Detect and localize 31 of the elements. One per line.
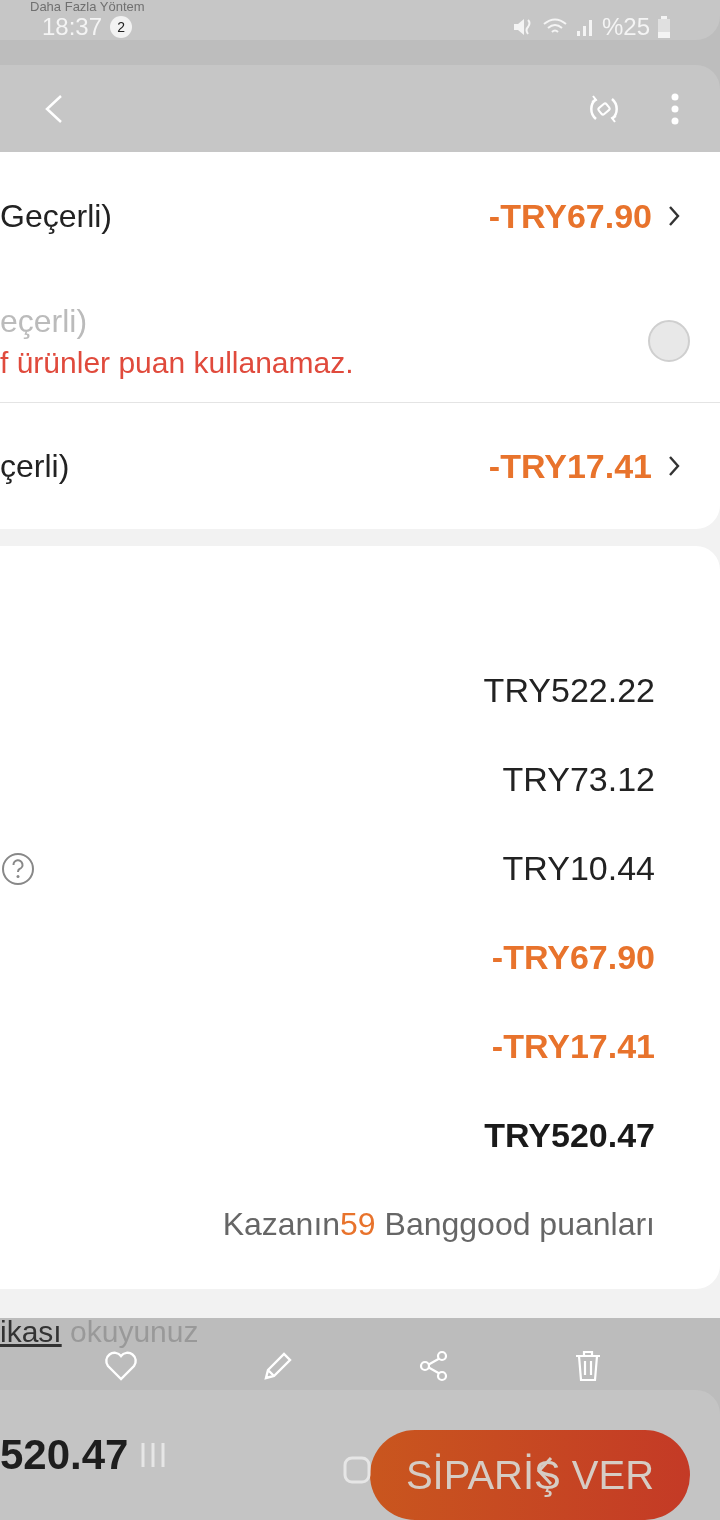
summary-amount: TRY520.47 — [484, 1116, 655, 1156]
notification-badge: 2 — [110, 16, 133, 38]
trash-icon[interactable] — [574, 1350, 602, 1382]
discount-label: Geçerli) — [0, 197, 112, 235]
discount-label: çerli) — [0, 447, 70, 485]
discount-label: eçerli) — [0, 302, 89, 340]
chevron-icon — [668, 205, 680, 227]
chevron-icon — [668, 455, 680, 477]
summary-amount: TRY10.44 — [502, 849, 655, 889]
page-title: Daha Fazla Yöntem — [0, 0, 720, 14]
summary-amount: TRY73.12 — [502, 760, 655, 800]
radio-button[interactable] — [648, 320, 690, 362]
discount-amount: -TRY67.90 — [488, 196, 652, 236]
more-icon[interactable] — [670, 92, 680, 125]
summary-amount: -TRY67.90 — [491, 938, 655, 978]
summary-amount: -TRY17.41 — [491, 1027, 655, 1067]
battery-icon — [658, 16, 670, 38]
warning-text: f ürünler puan kullanamaz. — [0, 345, 354, 380]
pencil-icon[interactable] — [262, 1350, 294, 1382]
total-price: 520.47 — [0, 1431, 129, 1479]
share-icon[interactable] — [418, 1350, 450, 1382]
recents-icon[interactable] — [140, 1441, 167, 1469]
points-text: Kazanın59 Banggood puanları — [222, 1206, 655, 1244]
help-icon[interactable] — [1, 851, 35, 886]
back-icon[interactable] — [44, 93, 64, 124]
discount-amount: -TRY17.41 — [488, 446, 652, 486]
policy-link[interactable]: ikası — [0, 1315, 62, 1348]
home-icon[interactable] — [343, 1456, 371, 1484]
signal-icon — [575, 17, 594, 37]
heart-icon[interactable] — [104, 1351, 138, 1381]
summary-amount: TRY522.22 — [483, 671, 655, 711]
